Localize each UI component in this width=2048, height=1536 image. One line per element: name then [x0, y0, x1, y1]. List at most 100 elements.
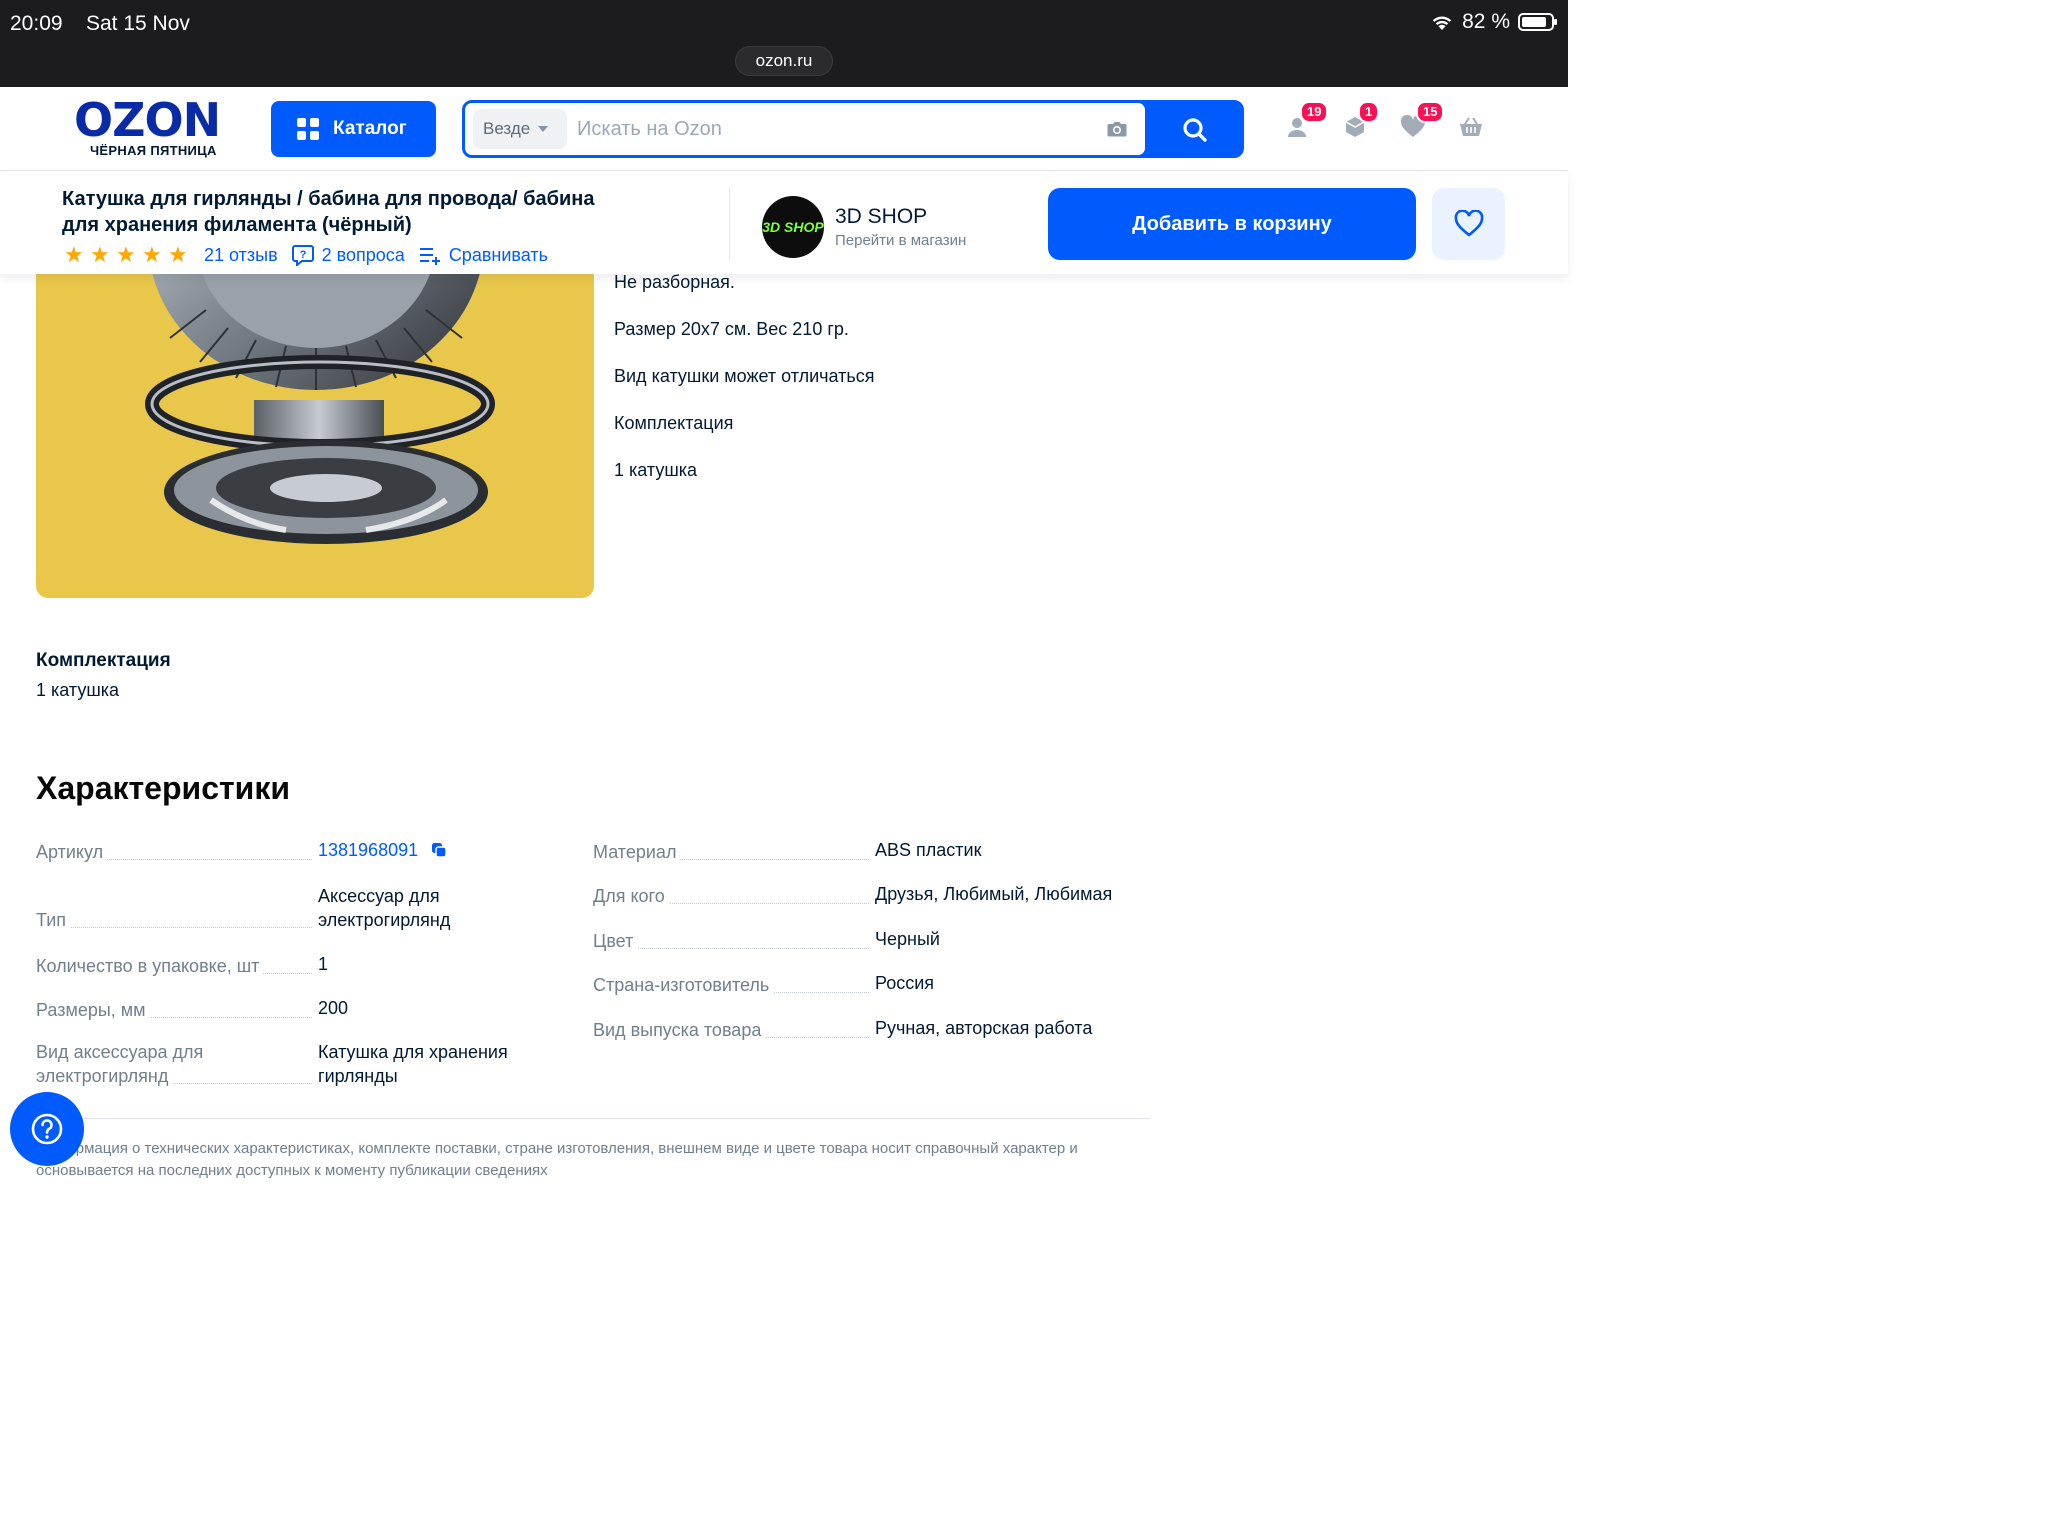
char-row: Артикул 1381968091 [36, 838, 576, 864]
caret-down-icon [538, 126, 549, 132]
orders-badge: 1 [1358, 101, 1380, 123]
char-value: Аксессуар для электрогирлянд [318, 886, 451, 930]
search-bar: Везде [462, 100, 1244, 158]
compare-label: Сравнивать [448, 244, 548, 265]
favorites-button[interactable]: 15 [1400, 101, 1445, 147]
question-bubble-icon: ? [291, 245, 314, 266]
char-row: Вид выпуска товара Ручная, авторская раб… [593, 1016, 1133, 1042]
sticky-product-bar: Катушка для гирлянды / бабина для провод… [0, 172, 1568, 274]
char-key: Вид выпуска товара [593, 1018, 869, 1042]
product-meta: ★ ★ ★ ★ ★ 21 отзыв ? 2 вопроса Сравниват… [64, 244, 548, 266]
char-value: Катушка для хранения гирлянды [318, 1042, 508, 1086]
star-icon: ★ [142, 242, 162, 267]
compare-icon [419, 248, 440, 265]
char-key: Размеры, мм [36, 998, 312, 1022]
char-key: Тип [36, 908, 312, 932]
char-row: Тип Аксессуар для электрогирлянд [36, 884, 576, 932]
char-row: Для кого Друзья, Любимый, Любимая [593, 882, 1133, 908]
site-header: OZON ЧЁРНАЯ ПЯТНИЦА Каталог Везде Искать… [0, 87, 1568, 171]
char-value: 200 [318, 998, 349, 1018]
char-value: 1381968091 [318, 838, 558, 862]
description-line: Не разборная. [614, 272, 735, 292]
shop-name[interactable]: 3D SHOP [835, 205, 927, 229]
char-key: Для кого [593, 884, 869, 908]
orders-button[interactable]: 1 [1342, 101, 1380, 147]
char-key: Вид аксессуара для электрогирлянд [36, 1042, 204, 1086]
battery-icon [1518, 13, 1557, 31]
profile-badge: 19 [1300, 101, 1329, 123]
profile-button[interactable]: 19 [1284, 101, 1329, 147]
char-value: ABS пластик [875, 840, 982, 860]
char-key: Материал [593, 840, 869, 864]
status-date: Sat 15 Nov [86, 12, 190, 35]
ozon-logo[interactable]: OZON ЧЁРНАЯ ПЯТНИЦА [74, 97, 246, 159]
status-time: 20:09 [10, 12, 63, 35]
compare-link[interactable]: Сравнивать [419, 245, 548, 266]
logo-text: OZON [74, 93, 221, 147]
catalog-label: Каталог [333, 118, 407, 139]
char-row: Цвет Черный [593, 927, 1133, 953]
star-icon: ★ [90, 242, 110, 267]
star-icon: ★ [116, 242, 136, 267]
article-link[interactable]: 1381968091 [318, 840, 418, 860]
description-line: Вид катушки может отличаться [614, 366, 875, 386]
status-right: 82 % [1430, 10, 1557, 34]
favorite-button[interactable] [1432, 188, 1505, 260]
rating-stars[interactable]: ★ ★ ★ ★ ★ [64, 244, 190, 266]
wifi-icon [1432, 16, 1452, 30]
logo-subtitle: ЧЁРНАЯ ПЯТНИЦА [90, 143, 217, 158]
question-circle-icon [31, 1113, 63, 1145]
complectation-value: 1 катушка [36, 680, 120, 700]
copy-icon[interactable] [431, 842, 447, 858]
description-line: 1 катушка [614, 460, 698, 480]
questions-link[interactable]: ? 2 вопроса [291, 244, 405, 266]
char-value: 1 [318, 954, 329, 974]
add-to-cart-button[interactable]: Добавить в корзину [1048, 188, 1416, 260]
char-value: Ручная, авторская работа [875, 1018, 1093, 1038]
search-icon [1183, 118, 1207, 142]
char-row: Количество в упаковке, шт 1 [36, 952, 576, 978]
char-value: Друзья, Любимый, Любимая [875, 884, 1113, 904]
char-key: Цвет [593, 929, 869, 953]
characteristics-title: Характеристики [36, 770, 291, 806]
characteristics-disclaimer: Информация о технических характеристиках… [36, 1140, 1078, 1179]
header-icons: 19 1 15 [1284, 101, 1484, 147]
description-line: Размер 20х7 см. Вес 210 гр. [614, 319, 849, 339]
cart-button[interactable] [1458, 107, 1484, 147]
svg-text:?: ? [299, 249, 306, 261]
char-row: Страна-изготовитель Россия [593, 971, 1133, 997]
star-icon: ★ [168, 242, 188, 267]
shop-logo[interactable]: 3D SHOP [762, 196, 824, 258]
char-key: Страна-изготовитель [593, 973, 869, 997]
char-key: Артикул [36, 840, 312, 864]
search-field-wrap: Везде [465, 103, 1145, 155]
star-icon: ★ [64, 242, 84, 267]
description-line: Комплектация [614, 413, 734, 433]
help-button[interactable] [10, 1092, 84, 1166]
product-title: Катушка для гирлянды / бабина для провод… [62, 188, 595, 236]
ios-status-bar: 20:09 Sat 15 Nov 82 % ozon.ru [0, 0, 1568, 87]
reviews-link[interactable]: 21 отзыв [204, 245, 278, 266]
char-row: Материал ABS пластик [593, 838, 1133, 864]
search-scope-label: Везде [483, 119, 531, 138]
questions-label: 2 вопроса [321, 244, 405, 265]
camera-icon[interactable] [1105, 117, 1129, 141]
grid-icon [297, 118, 319, 140]
url-bar[interactable]: ozon.ru [735, 46, 833, 76]
search-submit-button[interactable] [1155, 113, 1235, 147]
char-row: Вид аксессуара для электрогирлянд Катушк… [36, 1040, 576, 1088]
divider [36, 1118, 1150, 1119]
char-value: Черный [875, 929, 940, 949]
search-input[interactable] [577, 109, 1097, 149]
basket-icon [1460, 117, 1482, 136]
char-value: Россия [875, 973, 935, 993]
battery-percent: 82 % [1462, 10, 1510, 33]
search-scope-select[interactable]: Везде [473, 109, 567, 149]
shop-link[interactable]: Перейти в магазин [835, 232, 966, 249]
catalog-button[interactable]: Каталог [271, 101, 436, 157]
complectation-title: Комплектация [36, 650, 171, 671]
char-key: Количество в упаковке, шт [36, 954, 312, 978]
favorites-badge: 15 [1416, 101, 1445, 123]
heart-outline-icon [1454, 210, 1483, 237]
divider [729, 186, 730, 260]
